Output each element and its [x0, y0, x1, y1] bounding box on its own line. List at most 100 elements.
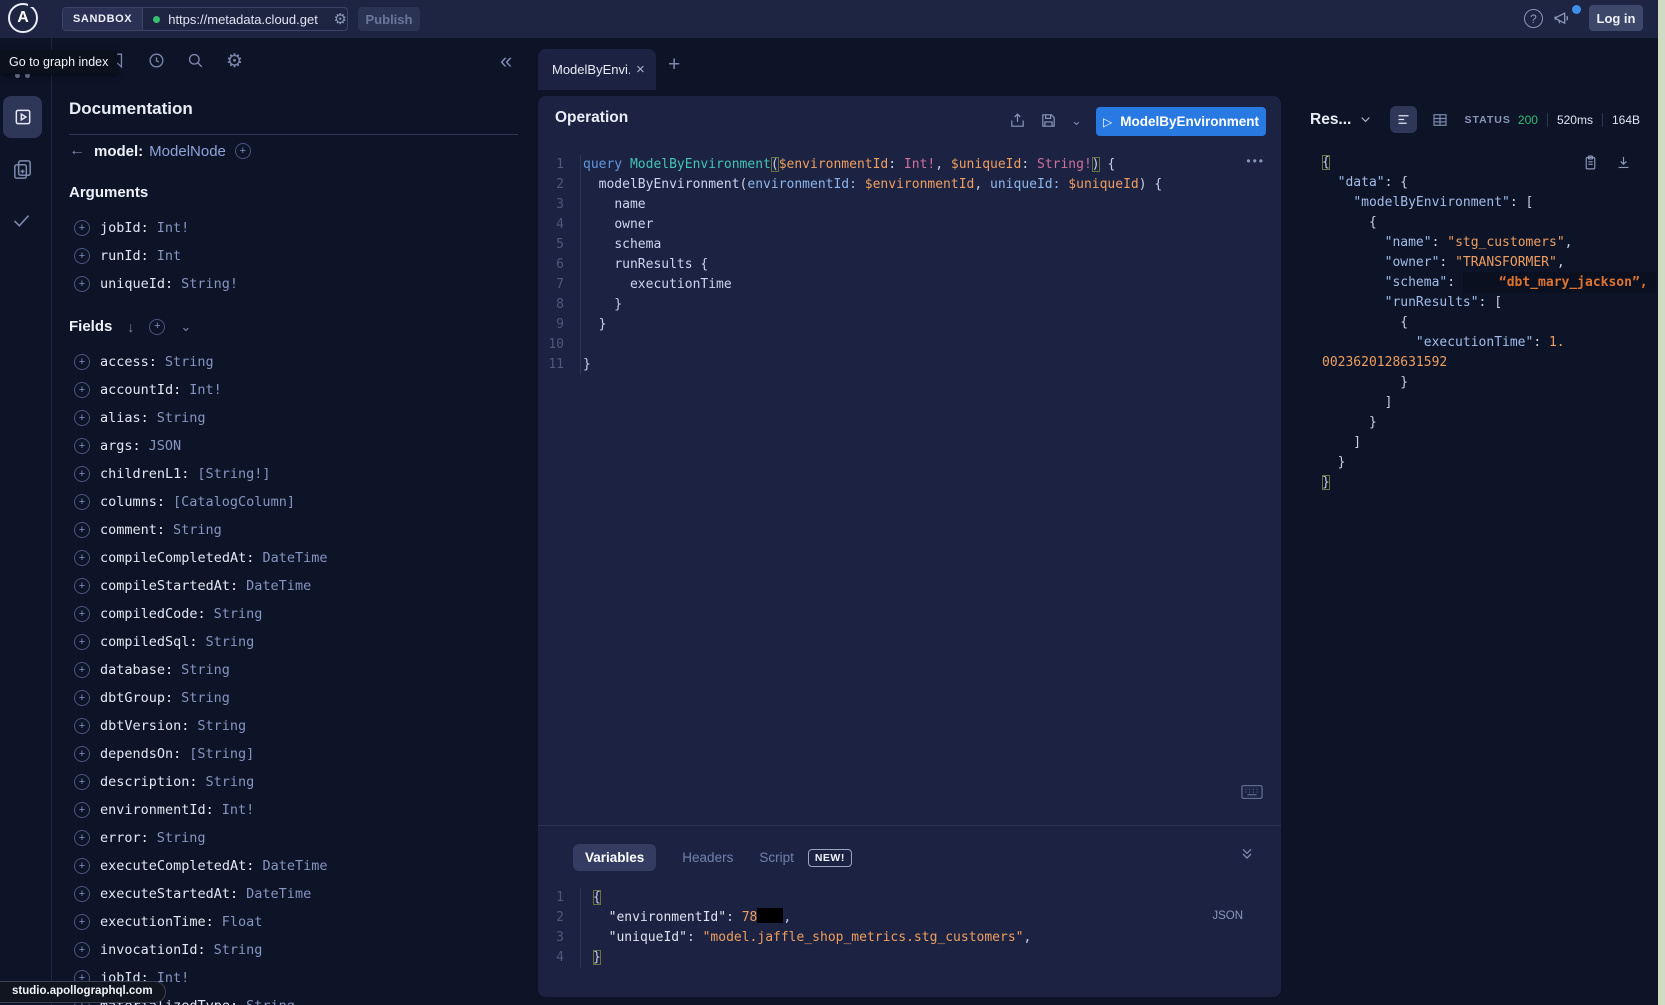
field-name[interactable]: alias: — [100, 410, 149, 426]
save-operation-icon[interactable] — [1040, 112, 1057, 129]
field-row[interactable]: alias: String — [74, 404, 327, 432]
add-field-icon[interactable] — [74, 802, 90, 818]
publish-button[interactable]: Publish — [358, 7, 420, 31]
query-editor[interactable]: 1query ModelByEnvironment($environmentId… — [538, 155, 1281, 375]
field-type[interactable]: String — [206, 634, 255, 650]
add-field-icon[interactable] — [74, 718, 90, 734]
field-name[interactable]: database: — [100, 662, 173, 678]
field-row[interactable]: dbtGroup: String — [74, 684, 327, 712]
field-row[interactable]: childrenL1: [String!] — [74, 460, 327, 488]
response-dropdown-chevron-icon[interactable] — [1359, 113, 1372, 126]
add-all-fields-icon[interactable] — [149, 319, 165, 335]
field-name[interactable]: executionTime: — [100, 914, 214, 930]
field-type[interactable]: Int! — [222, 802, 255, 818]
search-icon[interactable] — [186, 51, 205, 70]
add-field-icon[interactable] — [74, 830, 90, 846]
login-button[interactable]: Log in — [1589, 5, 1643, 31]
save-options-chevron-icon[interactable]: ⌄ — [1071, 113, 1082, 129]
endpoint-url-group[interactable]: SANDBOX https://metadata.cloud.get ⚙ — [62, 7, 348, 31]
field-name[interactable]: error: — [100, 830, 149, 846]
endpoint-url-text[interactable]: https://metadata.cloud.get — [168, 12, 331, 27]
field-name[interactable]: environmentId: — [100, 802, 214, 818]
new-tab-button[interactable]: + — [668, 53, 680, 77]
sort-fields-icon[interactable]: ↓ — [127, 319, 134, 335]
argument-type[interactable]: Int! — [157, 220, 190, 236]
nav-schema-button[interactable] — [11, 158, 34, 181]
field-row[interactable]: dependsOn: [String] — [74, 740, 327, 768]
help-icon[interactable]: ? — [1524, 9, 1543, 28]
field-type[interactable]: JSON — [149, 438, 182, 454]
add-argument-icon[interactable] — [74, 220, 90, 236]
history-icon[interactable] — [147, 51, 166, 70]
field-row[interactable]: description: String — [74, 768, 327, 796]
field-row[interactable]: error: String — [74, 824, 327, 852]
endpoint-settings-gear-icon[interactable]: ⚙ — [334, 10, 347, 28]
field-row[interactable]: database: String — [74, 656, 327, 684]
keyboard-shortcuts-icon[interactable] — [1241, 784, 1263, 800]
field-type[interactable]: String — [157, 830, 206, 846]
add-field-icon[interactable] — [74, 914, 90, 930]
field-row[interactable]: executionTime: Float — [74, 908, 327, 936]
field-name[interactable]: description: — [100, 774, 198, 790]
field-type[interactable]: DateTime — [262, 550, 327, 566]
share-operation-icon[interactable] — [1009, 112, 1026, 129]
back-arrow-icon[interactable]: ← — [69, 142, 85, 160]
field-row[interactable]: compileStartedAt: DateTime — [74, 572, 327, 600]
add-field-icon[interactable] — [74, 662, 90, 678]
field-type[interactable]: String — [165, 354, 214, 370]
field-type[interactable]: Float — [222, 914, 263, 930]
nav-checks-button[interactable] — [11, 210, 32, 231]
field-name[interactable]: dbtVersion: — [100, 718, 189, 734]
field-type[interactable]: String — [214, 606, 263, 622]
fields-options-chevron-icon[interactable]: ⌄ — [180, 319, 191, 335]
field-row[interactable]: compiledCode: String — [74, 600, 327, 628]
operation-tab[interactable]: ModelByEnvi... × — [538, 49, 656, 90]
field-name[interactable]: comment: — [100, 522, 165, 538]
nav-explorer-button[interactable] — [3, 96, 42, 138]
add-field-icon[interactable] — [74, 354, 90, 370]
add-field-icon[interactable] — [74, 382, 90, 398]
field-type[interactable]: DateTime — [246, 578, 311, 594]
field-name[interactable]: executeStartedAt: — [100, 886, 238, 902]
add-field-icon[interactable] — [74, 410, 90, 426]
add-field-icon[interactable] — [74, 494, 90, 510]
field-type[interactable]: Int! — [189, 382, 222, 398]
table-view-toggle[interactable] — [1431, 111, 1449, 129]
add-argument-icon[interactable] — [74, 276, 90, 292]
run-operation-button[interactable]: ▷ ModelByEnvironment — [1096, 107, 1266, 136]
collapse-variables-icon[interactable] — [1239, 846, 1255, 862]
field-row[interactable]: columns: [CatalogColumn] — [74, 488, 327, 516]
field-type[interactable]: String — [181, 662, 230, 678]
add-field-icon[interactable] — [74, 550, 90, 566]
field-name[interactable]: compileCompletedAt: — [100, 550, 254, 566]
add-field-icon[interactable] — [74, 606, 90, 622]
add-field-icon[interactable] — [74, 690, 90, 706]
field-row[interactable]: comment: String — [74, 516, 327, 544]
response-json-viewer[interactable]: { "data": { "modelByEnvironment": [ { "n… — [1322, 153, 1652, 493]
argument-name[interactable]: uniqueId: — [100, 276, 173, 292]
argument-row[interactable]: jobId: Int! — [74, 214, 238, 242]
field-name[interactable]: compiledCode: — [100, 606, 206, 622]
field-type[interactable]: String — [157, 410, 206, 426]
field-name[interactable]: columns: — [100, 494, 165, 510]
field-row[interactable]: executeStartedAt: DateTime — [74, 880, 327, 908]
response-title[interactable]: Res... — [1310, 111, 1351, 129]
settings-gear-icon[interactable]: ⚙ — [226, 50, 243, 73]
field-row[interactable]: accountId: Int! — [74, 376, 327, 404]
field-type[interactable]: String — [197, 718, 246, 734]
field-row[interactable]: invocationId: String — [74, 936, 327, 964]
add-field-icon[interactable] — [74, 886, 90, 902]
field-row[interactable]: args: JSON — [74, 432, 327, 460]
argument-name[interactable]: runId: — [100, 248, 149, 264]
field-name[interactable]: executeCompletedAt: — [100, 858, 254, 874]
argument-type[interactable]: Int — [157, 248, 181, 264]
argument-name[interactable]: jobId: — [100, 220, 149, 236]
add-field-icon[interactable] — [74, 466, 90, 482]
variables-editor[interactable]: 1{2 "environmentId": 78,3 "uniqueId": "m… — [538, 888, 1238, 968]
apollo-logo-icon[interactable]: A — [8, 3, 38, 33]
add-field-icon[interactable] — [74, 522, 90, 538]
add-field-icon[interactable] — [74, 746, 90, 762]
field-name[interactable]: dependsOn: — [100, 746, 181, 762]
add-argument-icon[interactable] — [74, 248, 90, 264]
type-name-link[interactable]: ModelNode — [149, 143, 226, 160]
